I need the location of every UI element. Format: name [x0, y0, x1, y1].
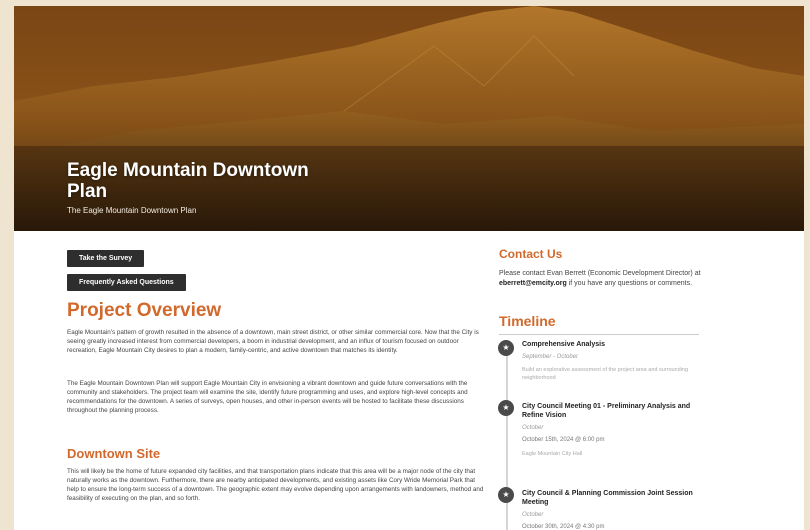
timeline-item-date: October [522, 425, 544, 431]
downtown-site-heading: Downtown Site [67, 446, 161, 461]
timeline-item-title: Comprehensive Analysis [522, 341, 605, 348]
timeline-item-note: Build an explorative assessment of the p… [522, 367, 689, 381]
overview-paragraph-1: Eagle Mountain's pattern of growth resul… [67, 329, 479, 354]
timeline-item-title: City Council Meeting 01 - Preliminary An… [522, 403, 691, 419]
contact-email-link[interactable]: eberrett@emcity.org [499, 280, 567, 287]
timeline-item-time: October 30th, 2024 @ 4:30 pm [522, 524, 605, 530]
downtown-site-paragraph: This will likely be the home of future e… [67, 468, 484, 502]
timeline-divider [499, 334, 699, 335]
faq-button[interactable]: Frequently Asked Questions [67, 274, 186, 291]
timeline-item-time: October 15th, 2024 @ 6:00 pm [522, 437, 605, 443]
project-overview-heading: Project Overview [67, 300, 222, 321]
timeline-item-title: City Council & Planning Commission Joint… [522, 490, 693, 506]
star-icon: ★ [498, 400, 514, 416]
take-survey-button[interactable]: Take the Survey [67, 250, 145, 267]
page-title: Eagle Mountain Downtown Plan [67, 160, 309, 202]
contact-heading: Contact Us [499, 247, 563, 261]
timeline-item-date: September - October [522, 354, 579, 360]
hero-banner: Eagle Mountain Downtown Plan The Eagle M… [14, 6, 804, 231]
overview-paragraph-2: The Eagle Mountain Downtown Plan will su… [67, 380, 468, 414]
timeline-heading: Timeline [499, 313, 556, 329]
star-icon: ★ [498, 487, 514, 503]
page: Eagle Mountain Downtown Plan The Eagle M… [14, 6, 804, 530]
timeline-item-note: Eagle Mountain City Hall [522, 451, 583, 457]
contact-text: Please contact Evan Berrett (Economic De… [499, 270, 701, 287]
timeline-item-date: October [522, 512, 544, 518]
timeline-line [506, 350, 508, 530]
page-subtitle: The Eagle Mountain Downtown Plan [67, 206, 197, 215]
star-icon: ★ [498, 340, 514, 356]
